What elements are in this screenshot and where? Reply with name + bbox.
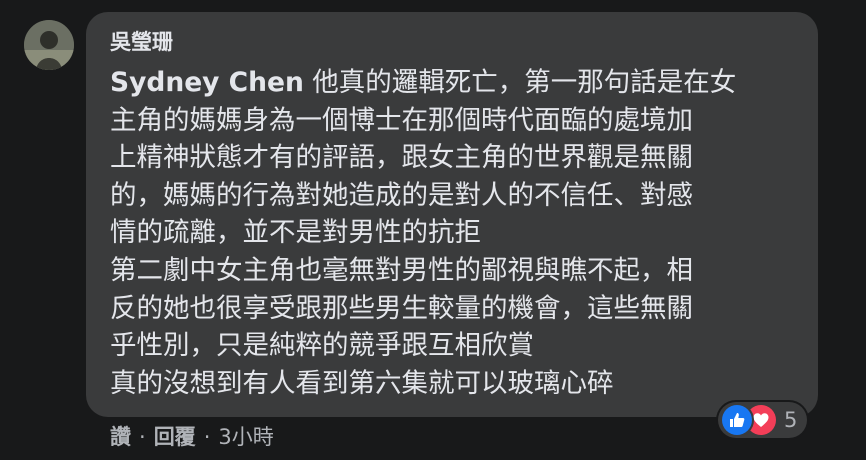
comment-line: 主角的媽媽身為一個博士在那個時代面臨的處境加 xyxy=(110,104,693,136)
comment-line: 他真的邏輯死亡，第一那句話是在女 xyxy=(303,67,737,98)
comment-line: 真的沒想到有人看到第六集就可以玻璃心碎 xyxy=(110,367,614,399)
comment-line: 乎性別，只是純粹的競爭跟互相欣賞 xyxy=(110,330,534,362)
comment-line: 反的她也很享受跟那些男生較量的機會，這些無關 xyxy=(110,292,693,324)
comment-line: 上精神狀態才有的評語，跟女主角的世界觀是無關 xyxy=(110,142,693,174)
separator-dot: · xyxy=(139,425,146,449)
reply-button[interactable]: 回覆 xyxy=(154,422,196,452)
comment-line: 的，媽媽的行為對她造成的是對人的不信任、對感 xyxy=(110,179,693,211)
like-button[interactable]: 讚 xyxy=(110,422,131,452)
comment: 吳瑩珊 Sydney Chen 他真的邏輯死亡，第一那句話是在女 主角的媽媽身為… xyxy=(0,0,866,460)
reaction-summary[interactable]: 5 xyxy=(718,402,808,438)
mention-link[interactable]: Sydney Chen xyxy=(110,67,304,98)
comment-bubble: 吳瑩珊 Sydney Chen 他真的邏輯死亡，第一那句話是在女 主角的媽媽身為… xyxy=(86,12,818,417)
comment-line: 情的疏離，並不是對男性的抗拒 xyxy=(110,217,481,249)
avatar-image xyxy=(24,20,74,70)
reaction-count: 5 xyxy=(784,408,798,432)
separator-dot: · xyxy=(203,425,211,449)
avatar[interactable] xyxy=(24,20,74,70)
comment-body: Sydney Chen 他真的邏輯死亡，第一那句話是在女 主角的媽媽身為一個博士… xyxy=(110,64,794,402)
comment-author[interactable]: 吳瑩珊 xyxy=(110,28,794,58)
comment-line: 第二劇中女主角也毫無對男性的鄙視與瞧不起，相 xyxy=(110,254,693,286)
comment-actions: 讚 · 回覆 · 3小時 xyxy=(110,422,274,452)
like-icon xyxy=(722,405,752,435)
comment-timestamp[interactable]: 3小時 xyxy=(218,422,273,452)
